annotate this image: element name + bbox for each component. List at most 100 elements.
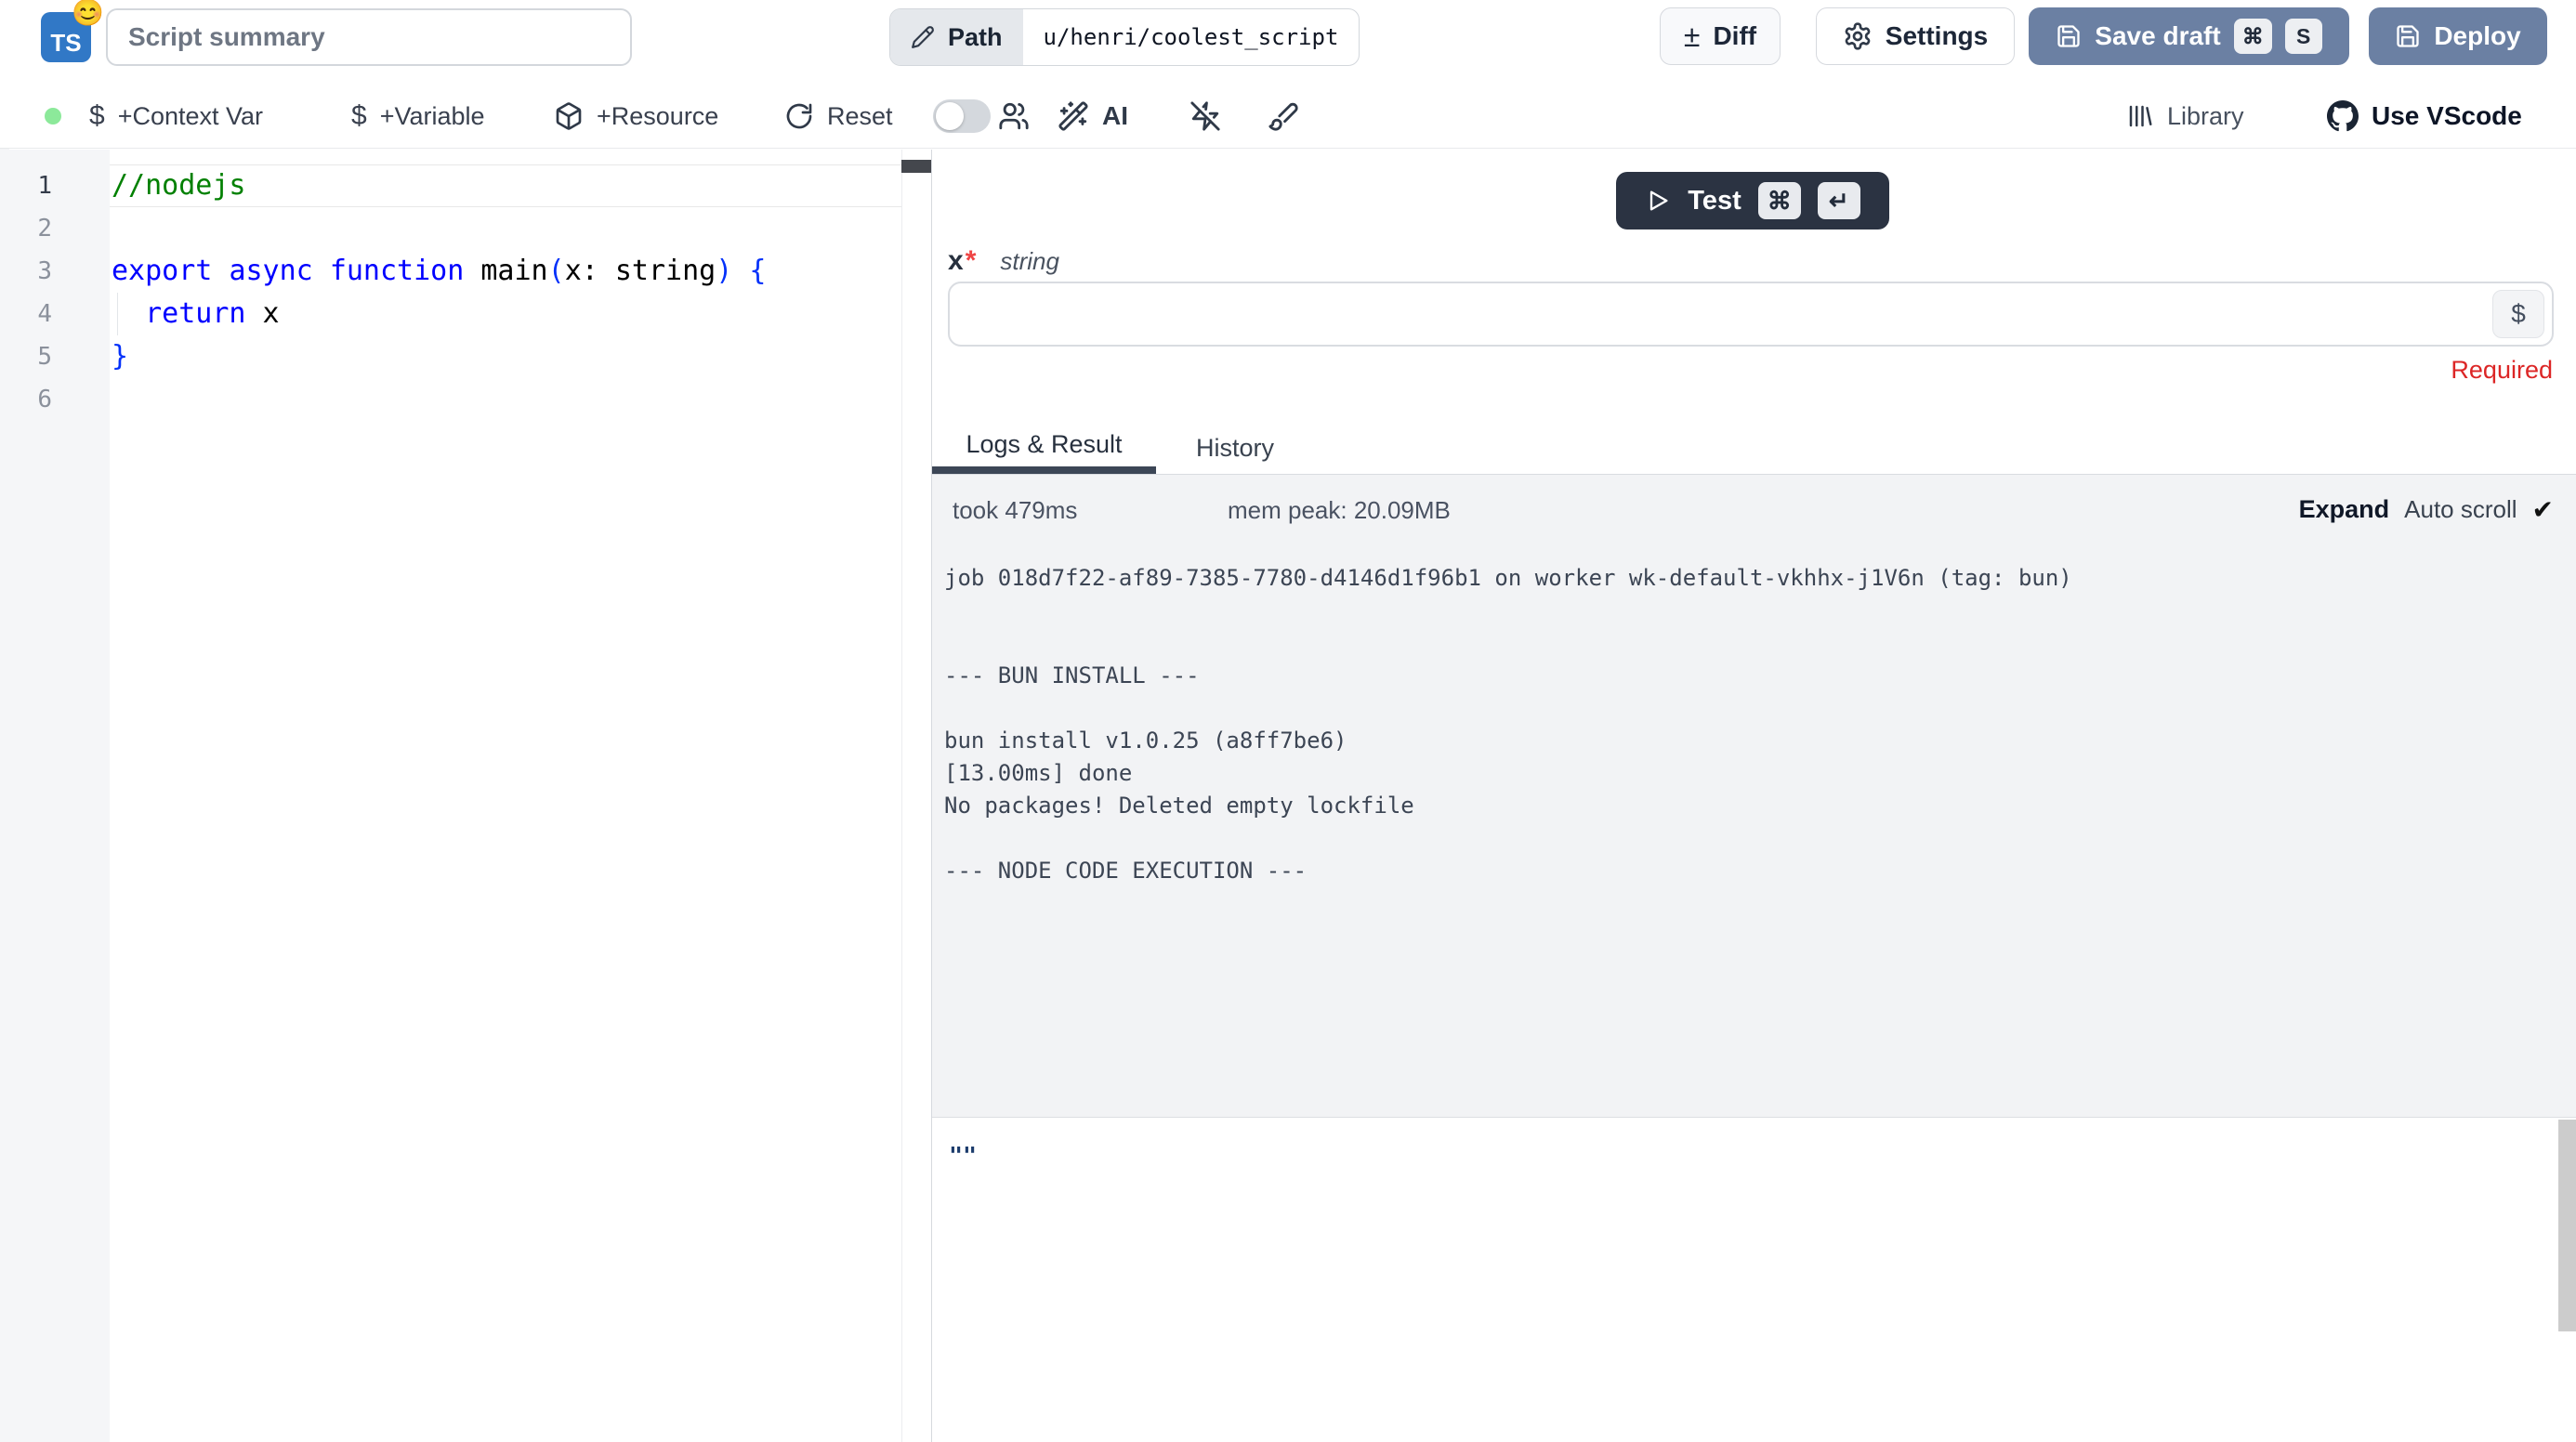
result-panel: "" [932, 1117, 2576, 1442]
editor-scrollbar-track[interactable] [901, 150, 931, 1442]
dollar-icon: $ [351, 100, 367, 132]
test-button[interactable]: Test ⌘ ↵ [1616, 172, 1889, 229]
result-value: "" [949, 1142, 977, 1169]
s-key-chip: S [2285, 19, 2322, 54]
diff-mode-toggle[interactable] [933, 99, 991, 133]
multiplayer-button[interactable] [998, 84, 1030, 149]
code-editor[interactable]: 1 //nodejs 2 3 export async function mai… [0, 150, 931, 1442]
code-line[interactable]: 3 export async function main(x: string) … [0, 250, 901, 293]
logo-badge-emoji: 😊 [72, 0, 104, 28]
line-number: 4 [0, 293, 52, 335]
language-badge-label: TS [50, 29, 81, 58]
line-number: 3 [0, 250, 52, 293]
typescript-language-badge: TS 😊 [41, 12, 91, 62]
add-variable-button[interactable]: $ +Variable [351, 84, 485, 149]
use-vscode-label: Use VScode [2372, 101, 2522, 131]
ai-assistant-button[interactable]: AI [1058, 84, 1128, 149]
status-dot [45, 108, 61, 125]
script-summary-input[interactable] [106, 8, 632, 66]
editor-scrollbar-thumb[interactable] [901, 160, 931, 173]
auto-scroll-checkbox[interactable]: ✔ [2532, 494, 2554, 525]
deploy-label: Deploy [2434, 21, 2520, 51]
save-icon [2056, 23, 2082, 49]
line-number: 5 [0, 335, 52, 378]
argument-type: string [1000, 247, 1059, 276]
windmill-script-editor: TS 😊 Path u/henri/coolest_script ± Diff … [0, 0, 2576, 1442]
deploy-button[interactable]: Deploy [2369, 7, 2547, 65]
dollar-icon: $ [89, 100, 105, 132]
result-tabs: Logs & Result History [932, 423, 2576, 475]
test-button-label: Test [1688, 186, 1741, 216]
magic-wand-icon [1058, 100, 1089, 132]
duration-stat: took 479ms [953, 496, 1077, 525]
users-icon [998, 100, 1030, 132]
code-text: export async function main(x: string) { [112, 250, 766, 293]
code-lines: 1 //nodejs 2 3 export async function mai… [0, 164, 901, 421]
save-icon [2395, 23, 2421, 49]
path-label: Path [948, 23, 1003, 52]
package-icon [554, 101, 584, 131]
library-label: Library [2167, 102, 2244, 131]
library-button[interactable]: Library [2126, 84, 2244, 149]
code-line[interactable]: 4 return x [0, 293, 901, 335]
code-line[interactable]: 2 [0, 207, 901, 250]
save-draft-label: Save draft [2095, 21, 2220, 51]
argument-x-input[interactable] [948, 282, 2554, 347]
code-text: //nodejs [112, 164, 246, 207]
line-number: 6 [0, 378, 52, 421]
code-text: } [112, 335, 128, 378]
path-value[interactable]: u/henri/coolest_script [1023, 9, 1360, 65]
line-number: 1 [0, 164, 52, 207]
add-variable-label: +Variable [380, 102, 485, 131]
code-line[interactable]: 5 } [0, 335, 901, 378]
format-code-button[interactable] [1268, 84, 1299, 149]
auto-scroll-label[interactable]: Auto scroll [2404, 495, 2517, 524]
diff-button[interactable]: ± Diff [1660, 7, 1781, 65]
tab-history[interactable]: History [1156, 423, 1314, 474]
disable-autorun-button[interactable] [1189, 84, 1221, 149]
result-scrollbar-thumb[interactable] [2558, 1120, 2576, 1331]
library-icon [2126, 102, 2154, 130]
cmd-key-chip: ⌘ [1758, 182, 1801, 219]
paintbrush-icon [1268, 100, 1299, 132]
use-vscode-button[interactable]: Use VScode [2327, 84, 2522, 149]
log-output: job 018d7f22-af89-7385-7780-d4146d1f96b1… [944, 562, 2557, 887]
settings-button-label: Settings [1886, 21, 1988, 51]
expand-button[interactable]: Expand [2299, 495, 2390, 524]
add-context-var-label: +Context Var [118, 102, 263, 131]
github-icon [2327, 100, 2359, 132]
ai-label: AI [1102, 101, 1128, 131]
refresh-icon [784, 101, 814, 131]
pencil-icon [911, 25, 935, 49]
log-actions: Expand Auto scroll ✔ [2299, 494, 2554, 525]
argument-label-row: x * string [948, 245, 1059, 277]
play-icon [1645, 188, 1671, 214]
code-line[interactable]: 1 //nodejs [0, 164, 901, 207]
path-label-segment[interactable]: Path [890, 9, 1023, 65]
tab-logs-result[interactable]: Logs & Result [932, 423, 1156, 474]
cmd-key-chip: ⌘ [2234, 19, 2272, 54]
add-resource-label: +Resource [597, 102, 718, 131]
settings-button[interactable]: Settings [1816, 7, 2015, 65]
zap-off-icon [1189, 100, 1221, 132]
plus-minus-icon: ± [1684, 21, 1701, 51]
diff-button-label: Diff [1713, 21, 1756, 51]
editor-toolbar: $ +Context Var $ +Variable +Resource Res… [0, 84, 2576, 149]
code-line[interactable]: 6 [0, 378, 901, 421]
required-message: Required [2451, 356, 2553, 385]
memory-stat: mem peak: 20.09MB [1228, 496, 1451, 525]
save-draft-button[interactable]: Save draft ⌘ S [2029, 7, 2349, 65]
code-text: return x [112, 293, 280, 335]
path-editor[interactable]: Path u/henri/coolest_script [889, 8, 1360, 66]
insert-variable-button[interactable]: $ [2492, 290, 2544, 338]
line-number: 2 [0, 207, 52, 250]
reset-button[interactable]: Reset [784, 84, 893, 149]
logs-panel: took 479ms mem peak: 20.09MB Expand Auto… [932, 475, 2576, 1117]
reset-label: Reset [827, 102, 893, 131]
run-panel: Test ⌘ ↵ x * string $ Required Logs & Re… [931, 150, 2576, 1442]
argument-name: x [948, 245, 964, 277]
argument-input-wrapper: $ [948, 282, 2554, 347]
add-resource-button[interactable]: +Resource [554, 84, 718, 149]
gear-icon [1843, 21, 1873, 51]
add-context-var-button[interactable]: $ +Context Var [89, 84, 263, 149]
